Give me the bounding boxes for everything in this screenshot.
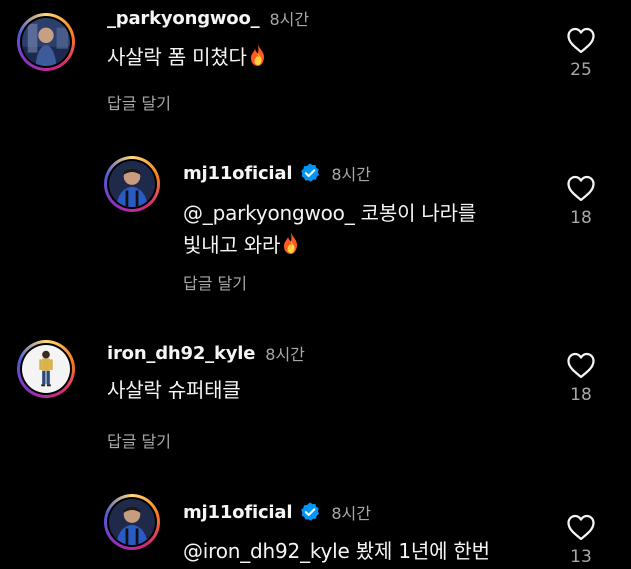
comment-text-line: @_parkyongwoo_ 코봉이 나라를: [183, 201, 477, 225]
like-count: 18: [570, 385, 592, 405]
comments-thread: _parkyongwoo_ 8시간 사살락 폼 미쳤다 답글 달기 25 mj1…: [0, 0, 631, 569]
avatar[interactable]: [104, 156, 160, 212]
avatar-photo-iron-dh92-kyle: [22, 345, 70, 393]
avatar-photo-mj11oficial: [109, 161, 155, 207]
username[interactable]: _parkyongwoo_: [107, 8, 260, 29]
fire-emoji: [248, 43, 268, 67]
comment-text: 사살락 폼 미쳤다: [107, 41, 268, 73]
comment-text-line-2: 빛내고 와라: [183, 229, 476, 261]
heart-outline-icon[interactable]: [566, 26, 596, 54]
reply-button[interactable]: 답글 달기: [107, 428, 171, 452]
like-count: 13: [570, 547, 592, 567]
timestamp: 8시간: [331, 165, 371, 184]
username[interactable]: mj11oficial: [183, 502, 293, 523]
heart-outline-icon[interactable]: [566, 174, 596, 202]
comment-header: mj11oficial 8시간: [183, 500, 371, 524]
like-control: 13: [561, 513, 601, 567]
comment-text: 사살락 슈퍼태클: [107, 374, 241, 406]
comment-text-content: 사살락 슈퍼태클: [107, 378, 241, 402]
comment-text-content: 사살락 폼 미쳤다: [107, 45, 247, 69]
comment-text-content: 빛내고 와라: [183, 233, 281, 257]
comment-text-line: @iron_dh92_kyle 봤제 1년에 한번: [183, 539, 490, 563]
reply-button[interactable]: 답글 달기: [183, 270, 247, 294]
like-count: 18: [570, 208, 592, 228]
timestamp: 8시간: [331, 504, 371, 523]
like-count: 25: [570, 60, 592, 80]
timestamp: 8시간: [269, 10, 310, 29]
comment-header: iron_dh92_kyle 8시간: [107, 341, 305, 365]
avatar-photo-parkyongwoo: [22, 18, 70, 66]
heart-outline-icon[interactable]: [566, 351, 596, 379]
username[interactable]: mj11oficial: [183, 163, 293, 184]
fire-emoji: [281, 231, 301, 255]
avatar[interactable]: [104, 494, 160, 550]
comment-text: @_parkyongwoo_ 코봉이 나라를 빛내고 와라: [183, 197, 476, 261]
timestamp: 8시간: [265, 345, 305, 364]
like-control: 25: [561, 26, 601, 80]
like-control: 18: [561, 351, 601, 405]
comment-header: mj11oficial 8시간: [183, 161, 371, 185]
like-control: 18: [561, 174, 601, 228]
verified-badge-icon: [299, 162, 321, 184]
verified-badge-icon: [299, 501, 321, 523]
comment-header: _parkyongwoo_ 8시간: [107, 6, 309, 30]
heart-outline-icon[interactable]: [566, 513, 596, 541]
avatar[interactable]: [17, 340, 75, 398]
username[interactable]: iron_dh92_kyle: [107, 343, 255, 364]
comment-text: @iron_dh92_kyle 봤제 1년에 한번: [183, 535, 490, 567]
avatar-photo-mj11oficial: [109, 499, 155, 545]
avatar[interactable]: [17, 13, 75, 71]
reply-button[interactable]: 답글 달기: [107, 90, 171, 114]
